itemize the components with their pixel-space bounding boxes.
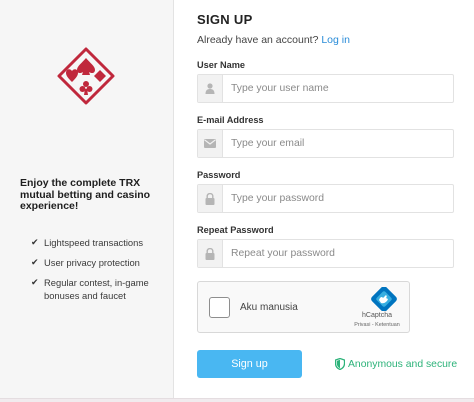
lock-icon (198, 240, 223, 267)
username-input[interactable] (223, 75, 453, 102)
card-suits-logo-icon (57, 47, 115, 105)
username-field (197, 74, 454, 103)
feature-item: ✔ Lightspeed transactions (31, 237, 144, 248)
check-icon: ✔ (31, 237, 39, 247)
check-icon: ✔ (31, 257, 39, 267)
shield-icon (335, 358, 345, 370)
repeat-password-field (197, 239, 454, 268)
login-prompt: Already have an account? Log in (197, 34, 350, 46)
left-info-panel: Enjoy the complete TRX mutual betting an… (0, 0, 174, 398)
repeat-password-label: Repeat Password (197, 225, 274, 235)
password-label: Password (197, 170, 241, 180)
brand-logo (56, 46, 116, 106)
password-input[interactable] (223, 185, 453, 212)
email-field (197, 129, 454, 158)
feature-item: ✔ User privacy protection (31, 257, 140, 268)
lock-icon (198, 185, 223, 212)
login-link[interactable]: Log in (321, 34, 350, 46)
feature-list: ✔ Lightspeed transactions ✔ User privacy p… (31, 236, 171, 309)
feature-item: ✔ Regular contest, in-game bonuses and fa… (31, 277, 149, 301)
envelope-icon (198, 130, 223, 157)
captcha-label: Aku manusia (240, 302, 298, 313)
captcha-brand: hCaptcha (362, 312, 392, 319)
repeat-password-input[interactable] (223, 240, 453, 267)
email-label: E-mail Address (197, 115, 264, 125)
captcha-checkbox[interactable] (209, 297, 230, 318)
email-input[interactable] (223, 130, 453, 157)
signup-form-panel: SIGN UP Already have an account? Log in … (175, 0, 474, 398)
captcha-links[interactable]: Privasi - Ketentuan (348, 322, 406, 328)
signup-button[interactable]: Sign up (197, 350, 302, 378)
secure-notice: Anonymous and secure (335, 358, 457, 370)
page-title: SIGN UP (197, 12, 253, 27)
bottom-strip (0, 398, 474, 402)
hcaptcha-logo-icon (371, 286, 397, 312)
user-icon (198, 75, 223, 102)
check-icon: ✔ (31, 277, 39, 287)
password-field (197, 184, 454, 213)
hcaptcha-widget: Aku manusia hCaptcha Privasi - Ketentuan (197, 281, 410, 333)
username-label: User Name (197, 60, 246, 70)
tagline: Enjoy the complete TRX mutual betting an… (20, 177, 151, 212)
